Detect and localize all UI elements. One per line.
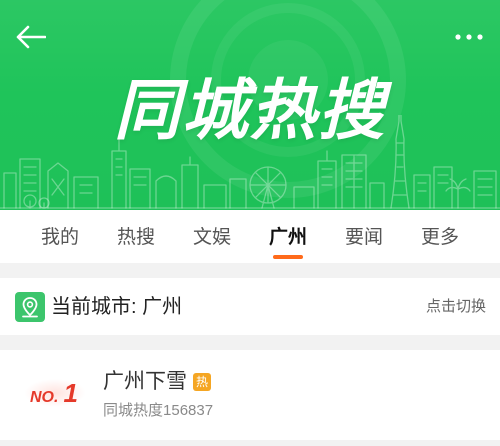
skyline-buildings-left xyxy=(3,158,99,209)
tab-active-indicator xyxy=(273,255,303,259)
tab-entertainment[interactable]: 文娱 xyxy=(174,210,250,263)
tab-label: 广州 xyxy=(268,227,307,248)
rank-prefix: NO. xyxy=(30,389,59,406)
more-button[interactable] xyxy=(452,29,486,45)
tab-label: 我的 xyxy=(40,227,79,248)
tab-bar: 我的 热搜 文娱 广州 要闻 更多 xyxy=(0,210,500,263)
tab-hot-search[interactable]: 热搜 xyxy=(98,210,174,263)
tab-city[interactable]: 广州 xyxy=(250,210,326,263)
heat-value: 156837 xyxy=(163,402,214,419)
back-button[interactable] xyxy=(14,23,48,51)
tab-list: 我的 热搜 文娱 广州 要闻 更多 xyxy=(22,210,478,263)
item-title-row: 广州下雪 热 xyxy=(103,370,211,394)
hot-list-item[interactable]: NO. 1 广州下雪 热 同城热度156837 xyxy=(0,350,500,440)
dot-2 xyxy=(466,34,472,40)
pin-center xyxy=(26,301,34,308)
dot-1 xyxy=(455,34,461,40)
tab-label: 更多 xyxy=(420,227,459,248)
item-heat: 同城热度156837 xyxy=(103,401,213,421)
dot-3 xyxy=(477,34,483,40)
heat-label: 同城热度 xyxy=(103,402,164,419)
skyline-buildings-right xyxy=(293,150,385,209)
arrow-left-icon xyxy=(16,25,46,49)
header-banner: 同城热搜 xyxy=(0,0,500,210)
skyline-buildings-far-right xyxy=(413,166,497,209)
rank-badge: NO. 1 xyxy=(24,378,86,408)
hot-badge: 热 xyxy=(193,373,211,391)
location-pin-glyph xyxy=(22,297,38,318)
item-title: 广州下雪 xyxy=(103,370,187,393)
current-city-label: 当前城市: 广州 xyxy=(51,296,183,318)
switch-city-link[interactable]: 点击切换 xyxy=(426,296,486,318)
tab-mine[interactable]: 我的 xyxy=(22,210,98,263)
tab-label: 文娱 xyxy=(192,227,231,248)
app-root: 同城热搜 我的 热搜 文娱 广州 要闻 更多 当前城市: 广州 点击切换 NO.… xyxy=(0,0,500,446)
section-divider xyxy=(0,335,500,350)
tab-more[interactable]: 更多 xyxy=(402,210,478,263)
tab-news[interactable]: 要闻 xyxy=(326,210,402,263)
rank-number: 1 xyxy=(63,378,78,408)
more-dots-icon xyxy=(455,34,483,40)
skyline-trees xyxy=(23,194,50,209)
location-pin-icon xyxy=(15,292,45,322)
tab-label: 要闻 xyxy=(344,227,383,248)
tab-label: 热搜 xyxy=(116,227,155,248)
section-divider xyxy=(0,263,500,278)
ferris-wheel xyxy=(249,166,287,209)
page-title: 同城热搜 xyxy=(114,73,386,147)
arrow-left-shape xyxy=(16,25,46,49)
current-city-bar[interactable]: 当前城市: 广州 点击切换 xyxy=(0,278,500,335)
